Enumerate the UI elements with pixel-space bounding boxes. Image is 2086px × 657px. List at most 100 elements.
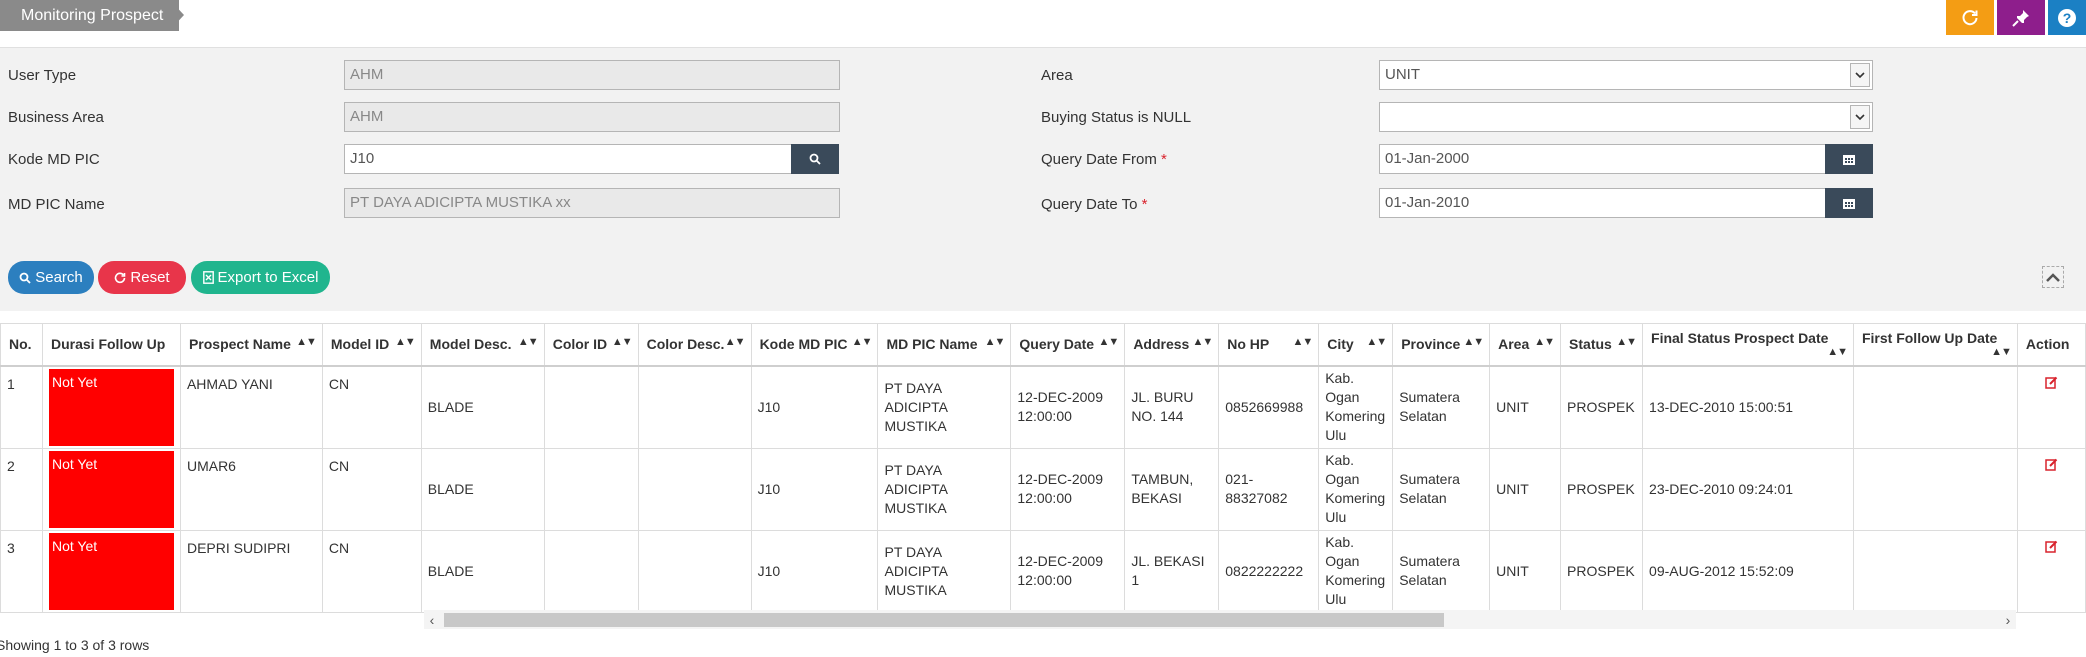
cell-final-status-date: 23-DEC-2010 09:24:01 xyxy=(1642,447,1854,531)
sort-icon: ▲▼ xyxy=(1534,336,1555,349)
cell-no: 2 xyxy=(0,447,43,531)
cell-kode-md-pic: J10 xyxy=(750,447,879,531)
col-header-query-date[interactable]: Query Date ▲▼ xyxy=(1010,323,1126,367)
edit-icon[interactable] xyxy=(2045,375,2058,394)
chevron-right-icon[interactable]: › xyxy=(2000,610,2016,629)
area-select[interactable]: UNIT xyxy=(1379,60,1873,90)
horizontal-scrollbar[interactable]: ‹ › xyxy=(424,610,2016,629)
refresh-button[interactable] xyxy=(1946,0,1994,35)
col-header-kode-md-pic[interactable]: Kode MD PIC ▲▼ xyxy=(750,323,879,367)
refresh-icon xyxy=(1962,9,1978,25)
reset-button[interactable]: Reset xyxy=(98,261,186,294)
table-header-row: No. Durasi Follow Up Prospect Name ▲▼ Mod… xyxy=(0,323,2086,367)
search-button[interactable]: Search xyxy=(8,261,94,294)
col-header-color-desc[interactable]: Color Desc. ▲▼ xyxy=(637,323,752,367)
cell-prospect-name: DEPRI SUDIPRI xyxy=(179,529,323,613)
query-date-from-label: Query Date From * xyxy=(1041,151,1167,168)
cell-action xyxy=(2016,447,2086,531)
breadcrumb: Monitoring Prospect xyxy=(0,0,180,31)
cell-province: Sumatera Selatan xyxy=(1392,447,1491,531)
export-button-label: Export to Excel xyxy=(217,269,319,286)
user-type-field[interactable]: AHM xyxy=(344,60,840,90)
col-header-area[interactable]: Area ▲▼ xyxy=(1489,323,1562,367)
business-area-field[interactable]: AHM xyxy=(344,102,840,132)
scrollbar-thumb[interactable] xyxy=(444,613,1444,627)
cell-color-id xyxy=(543,529,639,613)
col-header-model-desc[interactable]: Model Desc. ▲▼ xyxy=(420,323,545,367)
cell-color-id xyxy=(543,447,639,531)
search-icon xyxy=(809,153,821,165)
durasi-badge: Not Yet xyxy=(48,532,174,610)
cell-color-desc xyxy=(637,365,752,449)
col-header-province[interactable]: Province ▲▼ xyxy=(1392,323,1491,367)
cell-address: JL. BEKASI 1 xyxy=(1124,529,1220,613)
help-button[interactable]: ? xyxy=(2048,0,2086,35)
cell-color-desc xyxy=(637,447,752,531)
col-header-status[interactable]: Status ▲▼ xyxy=(1560,323,1644,367)
md-pic-name-field[interactable]: PT DAYA ADICIPTA MUSTIKA xx xyxy=(344,188,840,218)
cell-final-status-date: 09-AUG-2012 15:52:09 xyxy=(1642,529,1854,613)
col-header-address[interactable]: Address ▲▼ xyxy=(1124,323,1220,367)
pin-button[interactable] xyxy=(1997,0,2045,35)
export-excel-button[interactable]: Export to Excel xyxy=(191,261,330,294)
col-header-color-id[interactable]: Color ID ▲▼ xyxy=(543,323,639,367)
query-date-to-field[interactable]: 01-Jan-2010 xyxy=(1379,188,1827,218)
collapse-toggle[interactable] xyxy=(2042,266,2064,288)
business-area-label: Business Area xyxy=(8,109,104,126)
kode-md-pic-field[interactable]: J10 xyxy=(344,144,792,174)
chevron-down-icon xyxy=(1850,63,1870,87)
col-header-md-pic-name[interactable]: MD PIC Name ▲▼ xyxy=(877,323,1012,367)
col-header-city[interactable]: City ▲▼ xyxy=(1318,323,1394,367)
col-header-no[interactable]: No. xyxy=(0,323,43,367)
cell-model-desc: BLADE xyxy=(420,447,545,531)
cell-first-follow-up xyxy=(1852,529,2018,613)
cell-query-date: 12-DEC-2009 12:00:00 xyxy=(1010,447,1126,531)
table-row[interactable]: 2 Not Yet UMAR6 CN BLADE J10 PT DAYA ADI… xyxy=(0,447,2086,531)
sort-icon: ▲▼ xyxy=(611,336,633,349)
cell-model-id: CN xyxy=(321,529,422,613)
reset-button-label: Reset xyxy=(130,269,170,286)
cell-final-status-date: 13-DEC-2010 15:00:51 xyxy=(1642,365,1854,449)
cell-address: TAMBUN, BEKASI xyxy=(1124,447,1220,531)
col-header-durasi[interactable]: Durasi Follow Up xyxy=(41,323,181,367)
table-row[interactable]: 3 Not Yet DEPRI SUDIPRI CN BLADE J10 PT … xyxy=(0,529,2086,613)
query-date-to-calendar-button[interactable] xyxy=(1825,188,1873,218)
sort-icon: ▲▼ xyxy=(1192,336,1213,349)
cell-prospect-name: UMAR6 xyxy=(179,447,323,531)
prospect-table: No. Durasi Follow Up Prospect Name ▲▼ Mod… xyxy=(0,323,2086,613)
query-date-from-field[interactable]: 01-Jan-2000 xyxy=(1379,144,1827,174)
cell-area: UNIT xyxy=(1489,447,1562,531)
cell-color-desc xyxy=(637,529,752,613)
sort-icon: ▲▼ xyxy=(1463,336,1484,349)
cell-status: PROSPEK xyxy=(1560,365,1644,449)
cell-model-desc: BLADE xyxy=(420,529,545,613)
cell-address: JL. BURU NO. 144 xyxy=(1124,365,1220,449)
table-row[interactable]: 1 Not Yet AHMAD YANI CN BLADE J10 PT DAY… xyxy=(0,365,2086,449)
col-header-prospect-name[interactable]: Prospect Name ▲▼ xyxy=(179,323,323,367)
edit-icon[interactable] xyxy=(2045,457,2058,476)
query-date-from-text: Query Date From xyxy=(1041,151,1157,168)
col-header-first-follow-up[interactable]: First Follow Up Date ▲▼ xyxy=(1852,323,2018,367)
cell-no: 1 xyxy=(0,365,43,449)
cell-md-pic-name: PT DAYA ADICIPTA MUSTIKA xyxy=(877,447,1012,531)
edit-icon[interactable] xyxy=(2045,539,2058,558)
cell-area: UNIT xyxy=(1489,529,1562,613)
cell-durasi: Not Yet xyxy=(41,529,181,613)
col-header-model-id[interactable]: Model ID ▲▼ xyxy=(321,323,422,367)
sort-icon: ▲▼ xyxy=(395,336,416,349)
sort-icon: ▲▼ xyxy=(851,336,873,349)
refresh-icon xyxy=(115,272,126,283)
excel-file-icon xyxy=(202,271,214,284)
cell-province: Sumatera Selatan xyxy=(1392,365,1491,449)
col-header-no-hp[interactable]: No HP ▲▼ xyxy=(1218,323,1320,367)
area-label: Area xyxy=(1041,67,1073,84)
calendar-icon xyxy=(1843,154,1855,165)
query-date-to-label: Query Date To * xyxy=(1041,196,1147,213)
chevron-left-icon[interactable]: ‹ xyxy=(424,610,440,629)
cell-status: PROSPEK xyxy=(1560,447,1644,531)
kode-md-pic-search-button[interactable] xyxy=(791,144,839,174)
query-date-from-calendar-button[interactable] xyxy=(1825,144,1873,174)
cell-model-desc: BLADE xyxy=(420,365,545,449)
buying-status-select[interactable] xyxy=(1379,102,1873,132)
col-header-final-status-date[interactable]: Final Status Prospect Date ▲▼ xyxy=(1642,323,1854,367)
